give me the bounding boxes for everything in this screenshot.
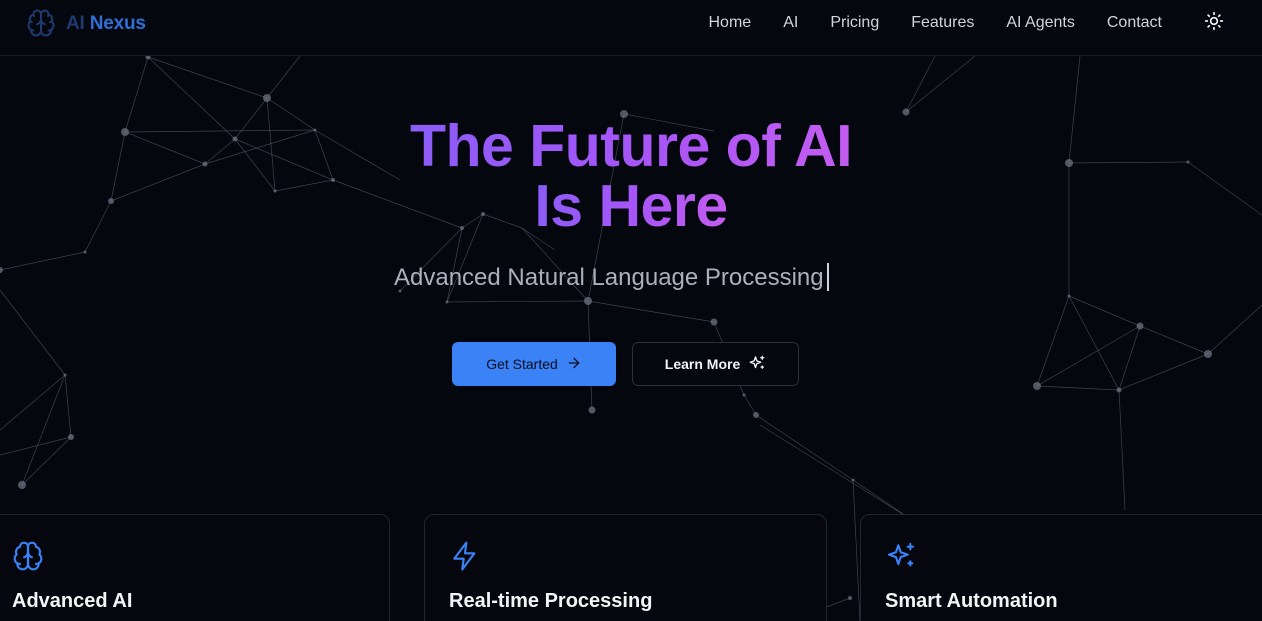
hero-title: The Future of AI Is Here — [0, 116, 1262, 236]
landing-page: AI Nexus Home AI Pricing Features AI Age… — [0, 0, 1262, 621]
nav-link-ai-agents[interactable]: AI Agents — [1006, 14, 1075, 32]
nav-link-home[interactable]: Home — [709, 14, 752, 32]
sparkles-icon — [885, 540, 917, 572]
feature-title: Real-time Processing — [449, 590, 653, 612]
nav-link-pricing[interactable]: Pricing — [830, 14, 879, 32]
get-started-button[interactable]: Get Started — [452, 342, 616, 386]
learn-more-button[interactable]: Learn More — [632, 342, 799, 386]
feature-card-smart-automation: Smart Automation — [860, 514, 1262, 621]
lightning-icon — [449, 540, 481, 572]
feature-card-real-time: Real-time Processing — [424, 514, 827, 621]
feature-title: Advanced AI — [12, 590, 133, 612]
feature-title: Smart Automation — [885, 590, 1058, 612]
hero-title-line2: Is Here — [534, 173, 728, 239]
brain-icon — [12, 540, 44, 572]
sparkles-icon — [748, 354, 766, 375]
brand-name-part1: AI — [66, 13, 85, 34]
brain-icon — [26, 8, 58, 40]
nav-link-ai[interactable]: AI — [783, 14, 798, 32]
main-nav: Home AI Pricing Features AI Agents Conta… — [677, 0, 1163, 46]
feature-card-advanced-ai: Advanced AI — [0, 514, 390, 621]
hero-subtitle-text: Advanced Natural Language Processing — [394, 264, 824, 291]
theme-toggle-button[interactable] — [1202, 11, 1226, 35]
nav-link-contact[interactable]: Contact — [1107, 14, 1162, 32]
get-started-label: Get Started — [486, 356, 558, 372]
brand-name: AI Nexus — [66, 13, 146, 35]
top-navbar: AI Nexus Home AI Pricing Features AI Age… — [0, 0, 1262, 56]
sun-icon — [1204, 11, 1224, 36]
learn-more-label: Learn More — [664, 356, 741, 372]
typing-caret — [826, 262, 829, 291]
hero-title-line1: The Future of AI — [409, 113, 853, 179]
brand-name-part2: Nexus — [89, 13, 146, 34]
hero-subtitle: Advanced Natural Language Processing — [394, 262, 829, 294]
nav-link-features[interactable]: Features — [911, 14, 974, 32]
brand-logo[interactable]: AI Nexus — [26, 8, 146, 40]
arrow-right-icon — [566, 355, 582, 374]
